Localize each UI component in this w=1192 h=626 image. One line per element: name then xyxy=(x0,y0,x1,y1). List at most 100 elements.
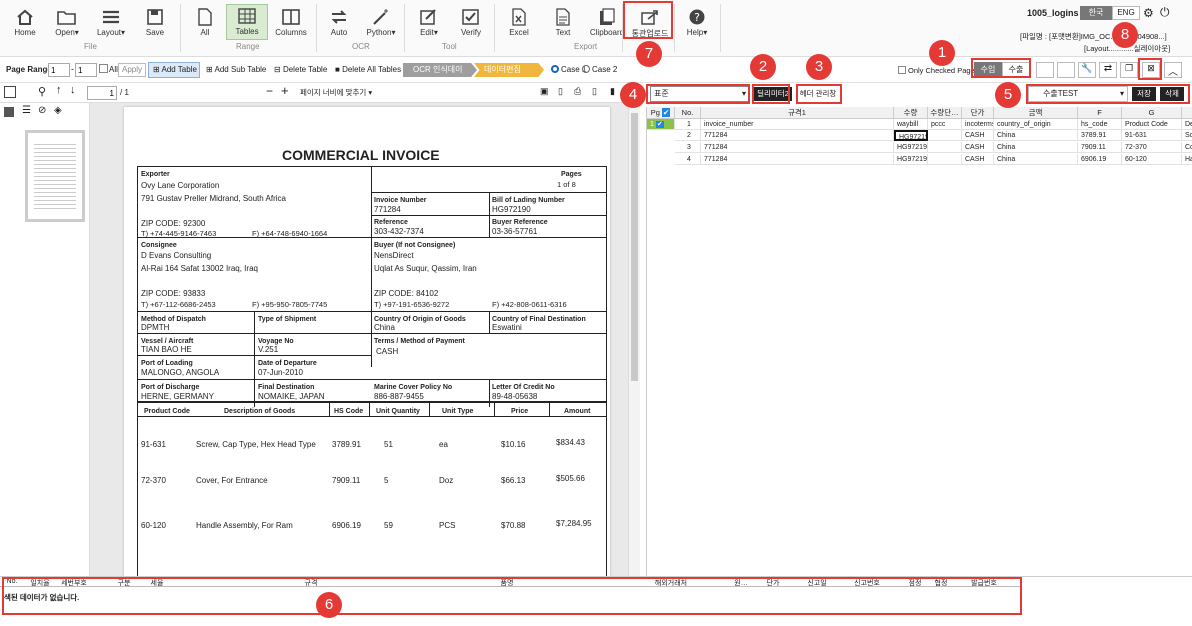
grid-cell[interactable]: 7909.11 xyxy=(1078,142,1122,153)
grid-cell[interactable]: HG972190 xyxy=(894,142,928,153)
customs-upload-button[interactable]: 통관업로드 xyxy=(630,6,670,39)
zoom-select[interactable]: 페이지 너비에 맞추기 ▾ xyxy=(296,86,380,100)
result-column-header[interactable]: 협정 xyxy=(930,578,952,588)
grid-cell[interactable]: CASH xyxy=(962,154,994,165)
grid-cell[interactable]: HG972190 xyxy=(894,130,928,141)
result-column-header[interactable]: 신고일 xyxy=(800,578,834,588)
copy-icon[interactable]: ❐ xyxy=(1120,62,1138,78)
grid-cell[interactable]: CASH xyxy=(962,142,994,153)
grid-cell[interactable]: incoterms xyxy=(962,119,994,130)
add-table-button[interactable]: ⊞ Add Table xyxy=(148,62,200,78)
data-edit-step[interactable]: 데이터편집 xyxy=(474,63,544,77)
open-file-icon[interactable]: ▯ xyxy=(558,86,563,97)
zoom-in-icon[interactable]: + xyxy=(281,83,289,98)
grid-header-col[interactable]: 단가 xyxy=(962,107,994,119)
page-from-input[interactable] xyxy=(48,63,70,77)
result-column-header[interactable]: 일치율 xyxy=(28,578,52,588)
grid-cell[interactable]: Scr xyxy=(1182,130,1192,141)
grid-cell[interactable]: 771284 xyxy=(701,154,894,165)
case2-radio[interactable] xyxy=(582,65,590,73)
grid-cell[interactable]: 771284 xyxy=(701,130,894,141)
verify-button[interactable]: Verify xyxy=(452,6,490,37)
all-pages-checkbox[interactable] xyxy=(99,64,108,73)
arrow-up-icon[interactable]: ↑ xyxy=(56,84,62,96)
preset-save-button[interactable]: 저장 xyxy=(1132,87,1156,101)
arrow-down-icon[interactable]: ↓ xyxy=(70,84,76,96)
grid-cell[interactable]: hs_code xyxy=(1078,119,1122,130)
gear-icon[interactable]: ⚙ xyxy=(1143,6,1154,20)
add-sub-table-button[interactable]: ⊞ Add Sub Table xyxy=(206,65,266,74)
result-column-header[interactable]: 세번부호 xyxy=(54,578,94,588)
grid-cell[interactable]: Product Code xyxy=(1122,119,1182,130)
grid-cell[interactable] xyxy=(928,142,962,153)
power-icon[interactable]: ⏻ xyxy=(1160,5,1170,20)
grid-cell[interactable]: Ha xyxy=(1182,154,1192,165)
result-column-header[interactable]: 원… xyxy=(730,578,752,588)
result-column-header[interactable]: 규격 xyxy=(180,578,442,588)
grid-cell[interactable]: invoice_number xyxy=(701,119,894,130)
grid-cell[interactable]: Co xyxy=(1182,142,1192,153)
layers-icon[interactable]: ◈ xyxy=(54,105,62,116)
ocr-auto-button[interactable]: Auto xyxy=(320,6,358,37)
grid-header-col[interactable]: 수량 xyxy=(894,107,928,119)
preset-delete-button[interactable]: 삭제 xyxy=(1160,87,1184,101)
split-vertical-icon[interactable] xyxy=(1057,62,1075,78)
grid-cell[interactable]: 771284 xyxy=(701,142,894,153)
grid-cell[interactable]: 3789.91 xyxy=(1078,130,1122,141)
grid-cell[interactable]: China xyxy=(994,142,1078,153)
result-column-header[interactable]: 신고번호 xyxy=(840,578,894,588)
bookmark-icon[interactable]: ▮ xyxy=(610,86,615,97)
split-horizontal-icon[interactable] xyxy=(1036,62,1054,78)
lang-ko-button[interactable]: 한국 xyxy=(1080,6,1112,20)
grid-cell[interactable]: waybill xyxy=(894,119,928,130)
header-manager-button[interactable]: 헤더 관리창 xyxy=(798,87,838,101)
collapse-icon[interactable]: ︿ xyxy=(1164,62,1182,78)
grid-cell[interactable]: pccc xyxy=(928,119,962,130)
result-column-header[interactable]: 발급번호 xyxy=(958,578,1010,588)
result-column-header[interactable]: No. xyxy=(4,578,20,585)
swap-icon[interactable]: ⇄ xyxy=(1099,62,1117,78)
grid-cell[interactable]: 91-631 xyxy=(1122,130,1182,141)
lang-en-button[interactable]: ENG xyxy=(1112,6,1140,20)
export-text-button[interactable]: Text xyxy=(544,6,582,37)
range-tables-button[interactable]: Tables xyxy=(226,4,268,40)
check-icon[interactable]: ✔ xyxy=(661,108,671,117)
zoom-out-icon[interactable]: − xyxy=(266,84,273,98)
grid-cell[interactable]: Des xyxy=(1182,119,1192,130)
range-all-button[interactable]: All xyxy=(186,6,224,37)
viewer-scrollbar[interactable] xyxy=(628,103,640,576)
result-column-header[interactable]: 품명 xyxy=(442,578,572,588)
print-icon[interactable]: ⎙ xyxy=(574,86,581,97)
grid-header-no[interactable]: No. xyxy=(675,107,701,119)
result-column-header[interactable]: 해외거래처 xyxy=(636,578,706,588)
wrench-icon[interactable]: 🔧 xyxy=(1078,62,1096,78)
delete-all-tables-button[interactable]: ■ Delete All Tables xyxy=(335,65,401,74)
page-to-input[interactable] xyxy=(75,63,97,77)
grid-cell[interactable]: CASH xyxy=(962,130,994,141)
result-column-header[interactable]: 단가 xyxy=(762,578,784,588)
result-column-header[interactable]: 구분 xyxy=(112,578,136,588)
download-icon[interactable]: ▯ xyxy=(592,86,597,97)
import-toggle[interactable]: 수입 xyxy=(974,62,1002,78)
grid-header-col[interactable]: 규격1 xyxy=(701,107,894,119)
grid-header-col[interactable]: G xyxy=(1122,107,1182,119)
grid-view-icon[interactable] xyxy=(4,107,14,117)
row-check-cell[interactable]: 1 ✔ xyxy=(647,119,675,130)
export-excel-button[interactable]: Excel xyxy=(500,6,538,37)
grid-cell[interactable]: HG972190 xyxy=(894,154,928,165)
preset-select[interactable]: 수출TEST ▾ xyxy=(1028,86,1128,102)
scrollbar-thumb[interactable] xyxy=(631,113,638,381)
grid-cell[interactable]: 6906.19 xyxy=(1078,154,1122,165)
result-column-header[interactable]: 세율 xyxy=(146,578,168,588)
grid-cell[interactable]: 60-120 xyxy=(1122,154,1182,165)
ocr-data-step[interactable]: OCR 인식데이터 xyxy=(403,63,477,77)
python-button[interactable]: Python▾ xyxy=(362,6,400,37)
grid-header-col[interactable]: 금액 xyxy=(994,107,1078,119)
grid-header-col[interactable]: F xyxy=(1078,107,1122,119)
range-columns-button[interactable]: Columns xyxy=(272,6,310,37)
open-button[interactable]: Open▾ xyxy=(48,6,86,37)
grid-cell[interactable]: China xyxy=(994,154,1078,165)
page-number-input[interactable] xyxy=(87,86,117,100)
save-button[interactable]: Save xyxy=(136,6,174,37)
help-button[interactable]: ? Help▾ xyxy=(678,6,716,37)
